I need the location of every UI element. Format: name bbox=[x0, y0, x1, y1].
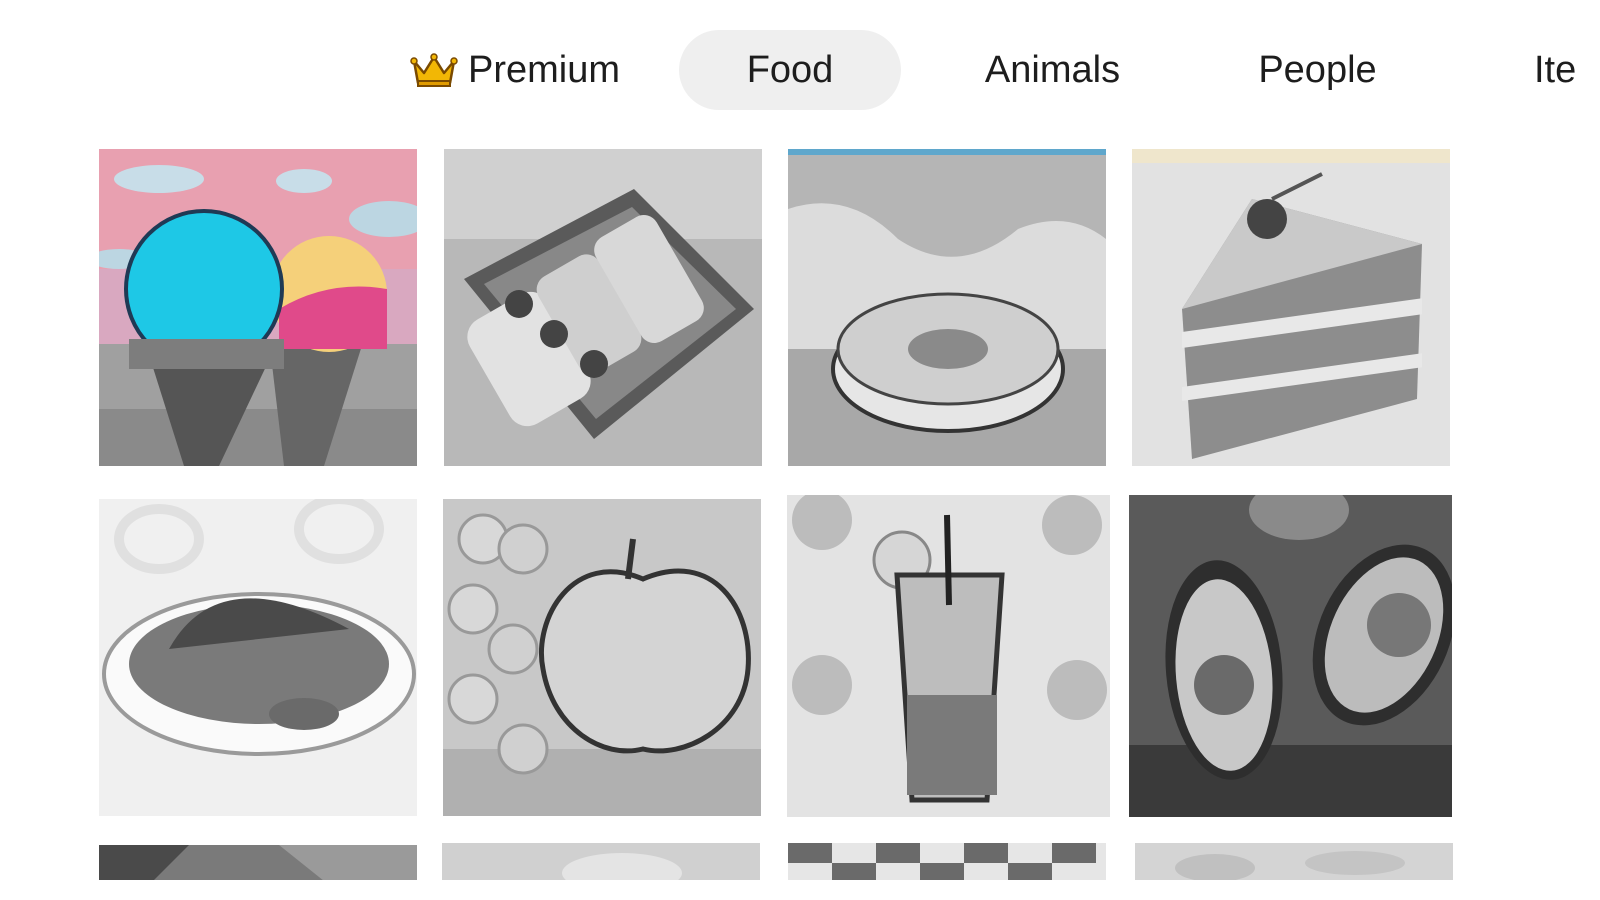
donut-artwork bbox=[788, 149, 1106, 466]
artwork-row3-3[interactable] bbox=[788, 843, 1106, 885]
artwork-row3-1[interactable] bbox=[99, 845, 417, 885]
artwork-row3-4-image bbox=[1135, 843, 1453, 885]
artwork-ice-cream[interactable] bbox=[99, 149, 417, 466]
artwork-spaghetti[interactable] bbox=[99, 499, 417, 816]
artwork-cake[interactable] bbox=[1132, 149, 1450, 466]
artwork-sushi[interactable] bbox=[444, 149, 762, 466]
sushi-artwork bbox=[444, 149, 762, 466]
cake-artwork bbox=[1132, 149, 1450, 466]
spaghetti-artwork bbox=[99, 499, 417, 816]
artwork-apple[interactable] bbox=[443, 499, 761, 816]
artwork-row3-2-image bbox=[442, 843, 760, 885]
artwork-row3-2[interactable] bbox=[442, 843, 760, 885]
artwork-donut[interactable] bbox=[788, 149, 1106, 466]
apple-artwork bbox=[443, 499, 761, 816]
avocado-artwork bbox=[1129, 495, 1452, 817]
artwork-grid bbox=[0, 0, 1600, 900]
artwork-iced-drink[interactable] bbox=[787, 495, 1110, 817]
artwork-avocados[interactable] bbox=[1129, 495, 1452, 817]
artwork-row3-4[interactable] bbox=[1135, 843, 1453, 885]
artwork-row3-1-image bbox=[99, 845, 417, 885]
artwork-row3-3-image bbox=[788, 843, 1106, 885]
iced-drink-artwork bbox=[787, 495, 1110, 817]
ice-cream-artwork bbox=[99, 149, 417, 466]
bottom-edge bbox=[0, 880, 1600, 900]
